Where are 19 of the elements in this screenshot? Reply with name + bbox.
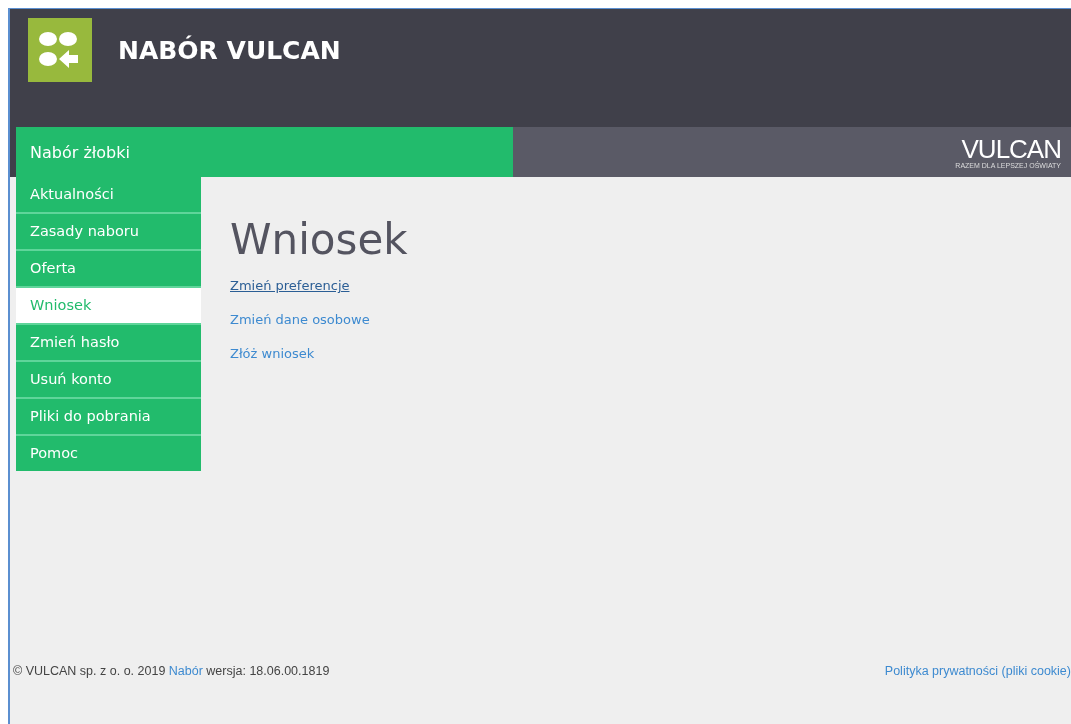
app-title: NABÓR VULCAN <box>118 36 341 65</box>
logo-icon <box>28 18 92 82</box>
sidebar-item[interactable]: Wniosek <box>16 288 201 325</box>
action-link[interactable]: Zmień preferencje <box>230 278 350 293</box>
sidebar-item[interactable]: Zmień hasło <box>16 325 201 362</box>
sidebar-item[interactable]: Aktualności <box>16 177 201 214</box>
sidebar-item[interactable]: Zasady naboru <box>16 214 201 251</box>
brand-logo: VULCAN <box>961 135 1061 162</box>
page-heading: Wniosek <box>230 215 408 264</box>
sidebar-item[interactable]: Usuń konto <box>16 362 201 399</box>
action-link[interactable]: Zmień dane osobowe <box>230 312 370 327</box>
sidebar-item[interactable]: Pomoc <box>16 436 201 471</box>
sidebar-item[interactable]: Pliki do pobrania <box>16 399 201 436</box>
action-link[interactable]: Złóż wniosek <box>230 346 315 361</box>
sidebar-item[interactable]: Oferta <box>16 251 201 288</box>
section-bar: Nabór żłobki <box>16 127 513 177</box>
app-link[interactable]: Nabór <box>168 664 203 678</box>
privacy-link[interactable]: Polityka prywatności (pliki cookie) <box>884 664 1071 724</box>
footer-text: © VULCAN sp. z o. o. 2019 Nabór wersja: 18.06.00.1819 <box>13 664 330 680</box>
